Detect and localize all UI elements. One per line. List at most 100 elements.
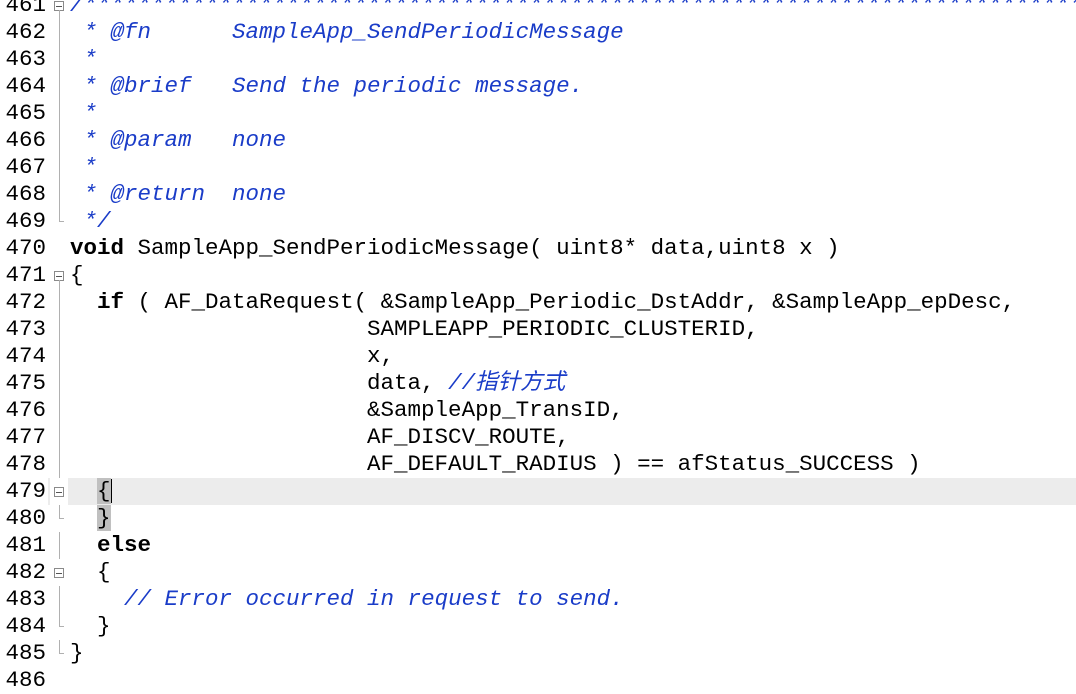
code-line[interactable]: 465 * [0,100,1076,127]
code-line[interactable]: 471 { [0,262,1076,289]
code-line[interactable]: 480 } [0,505,1076,532]
line-number: 470 [0,235,48,262]
comment-token: * [70,154,98,180]
code-line[interactable]: 478 AF_DEFAULT_RADIUS ) == afStatus_SUCC… [0,451,1076,478]
code-line[interactable]: 463 * [0,46,1076,73]
code-line[interactable]: 470 void SampleApp_SendPeriodicMessage( u… [0,235,1076,262]
line-number: 465 [0,100,48,127]
code-editor[interactable]: 461 /************************************… [0,0,1076,694]
code-token: } [70,613,111,639]
code-line[interactable]: 468 * @return none [0,181,1076,208]
fold-margin [50,613,68,640]
comment-token: * @return none [70,181,287,207]
fold-margin [50,289,68,316]
code-text[interactable]: * @brief Send the periodic message. [70,73,584,100]
code-text[interactable]: &SampleApp_TransID, [70,397,624,424]
code-line[interactable]: 464 * @brief Send the periodic message. [0,73,1076,100]
code-line[interactable]: 476 &SampleApp_TransID, [0,397,1076,424]
code-text[interactable]: AF_DEFAULT_RADIUS ) == afStatus_SUCCESS … [70,451,921,478]
fold-margin [50,0,68,19]
line-number: 482 [0,559,48,586]
fold-margin [50,640,68,667]
matched-brace: { [97,478,111,504]
code-text[interactable]: } [70,613,111,640]
line-number: 484 [0,613,48,640]
text-cursor [110,479,112,504]
code-text[interactable]: * [70,154,98,181]
code-line[interactable]: 474 x, [0,343,1076,370]
code-line[interactable]: 466 * @param none [0,127,1076,154]
code-line[interactable]: 484 } [0,613,1076,640]
line-number: 473 [0,316,48,343]
code-token: SampleApp_SendPeriodicMessage( uint8* da… [124,235,840,261]
code-text[interactable]: } [70,640,84,667]
code-line[interactable]: 479 { [0,478,1076,505]
fold-margin [50,46,68,73]
code-text[interactable]: { [70,559,111,586]
fold-toggle-icon[interactable] [54,487,64,497]
matched-brace: } [97,505,111,531]
code-text[interactable]: x, [70,343,394,370]
code-text[interactable]: // Error occurred in request to send. [70,586,624,613]
code-token: AF_DEFAULT_RADIUS ) == afStatus_SUCCESS … [70,451,921,477]
code-text[interactable]: void SampleApp_SendPeriodicMessage( uint… [70,235,840,262]
code-text[interactable]: if ( AF_DataRequest( &SampleApp_Periodic… [70,289,1015,316]
code-token: &SampleApp_TransID, [70,397,624,423]
comment-token: /***************************************… [70,0,1076,18]
fold-margin [50,397,68,424]
keyword-token: else [97,532,152,558]
code-text[interactable]: } [70,505,111,532]
fold-margin [50,127,68,154]
line-number: 485 [0,640,48,667]
fold-toggle-icon[interactable] [54,568,64,578]
code-text[interactable]: else [70,532,151,559]
code-line[interactable]: 462 * @fn SampleApp_SendPeriodicMessage [0,19,1076,46]
code-line[interactable]: 482 { [0,559,1076,586]
comment-token: * [70,100,98,126]
code-line[interactable]: 473 SAMPLEAPP_PERIODIC_CLUSTERID, [0,316,1076,343]
line-number: 474 [0,343,48,370]
code-text[interactable]: /***************************************… [70,0,1076,19]
code-text[interactable]: { [70,478,112,505]
code-line[interactable]: 485} [0,640,1076,667]
line-number: 478 [0,451,48,478]
code-line[interactable]: 481 else [0,532,1076,559]
code-line[interactable]: 472 if ( AF_DataRequest( &SampleApp_Peri… [0,289,1076,316]
code-text[interactable]: * [70,46,98,73]
code-text[interactable]: SAMPLEAPP_PERIODIC_CLUSTERID, [70,316,759,343]
code-text[interactable]: { [70,262,84,289]
line-number: 479 [0,478,48,505]
fold-margin [50,208,68,235]
fold-margin [50,316,68,343]
code-token: { [70,262,84,288]
line-number: 467 [0,154,48,181]
code-line[interactable]: 469 */ [0,208,1076,235]
code-text[interactable]: * [70,100,98,127]
code-text[interactable]: * @param none [70,127,287,154]
code-token: AF_DISCV_ROUTE, [70,424,570,450]
line-number: 463 [0,46,48,73]
code-line[interactable]: 467 * [0,154,1076,181]
code-line[interactable]: 461 /************************************… [0,0,1076,19]
fold-margin [50,559,68,586]
code-text[interactable]: AF_DISCV_ROUTE, [70,424,570,451]
code-line[interactable]: 475 data, //指针方式 [0,370,1076,397]
comment-token: * @param none [70,127,287,153]
code-text[interactable]: */ [70,208,111,235]
fold-margin [50,262,68,289]
fold-margin [50,478,68,505]
line-number: 480 [0,505,48,532]
code-text[interactable]: * @return none [70,181,287,208]
code-line[interactable]: 483 // Error occurred in request to send… [0,586,1076,613]
code-line[interactable]: 477 AF_DISCV_ROUTE, [0,424,1076,451]
line-number: 468 [0,181,48,208]
code-text[interactable]: data, //指针方式 [70,370,565,397]
comment-token: //指针方式 [448,370,566,396]
line-number: 462 [0,19,48,46]
line-number: 471 [0,262,48,289]
fold-margin [50,505,68,532]
code-text[interactable]: * @fn SampleApp_SendPeriodicMessage [70,19,624,46]
